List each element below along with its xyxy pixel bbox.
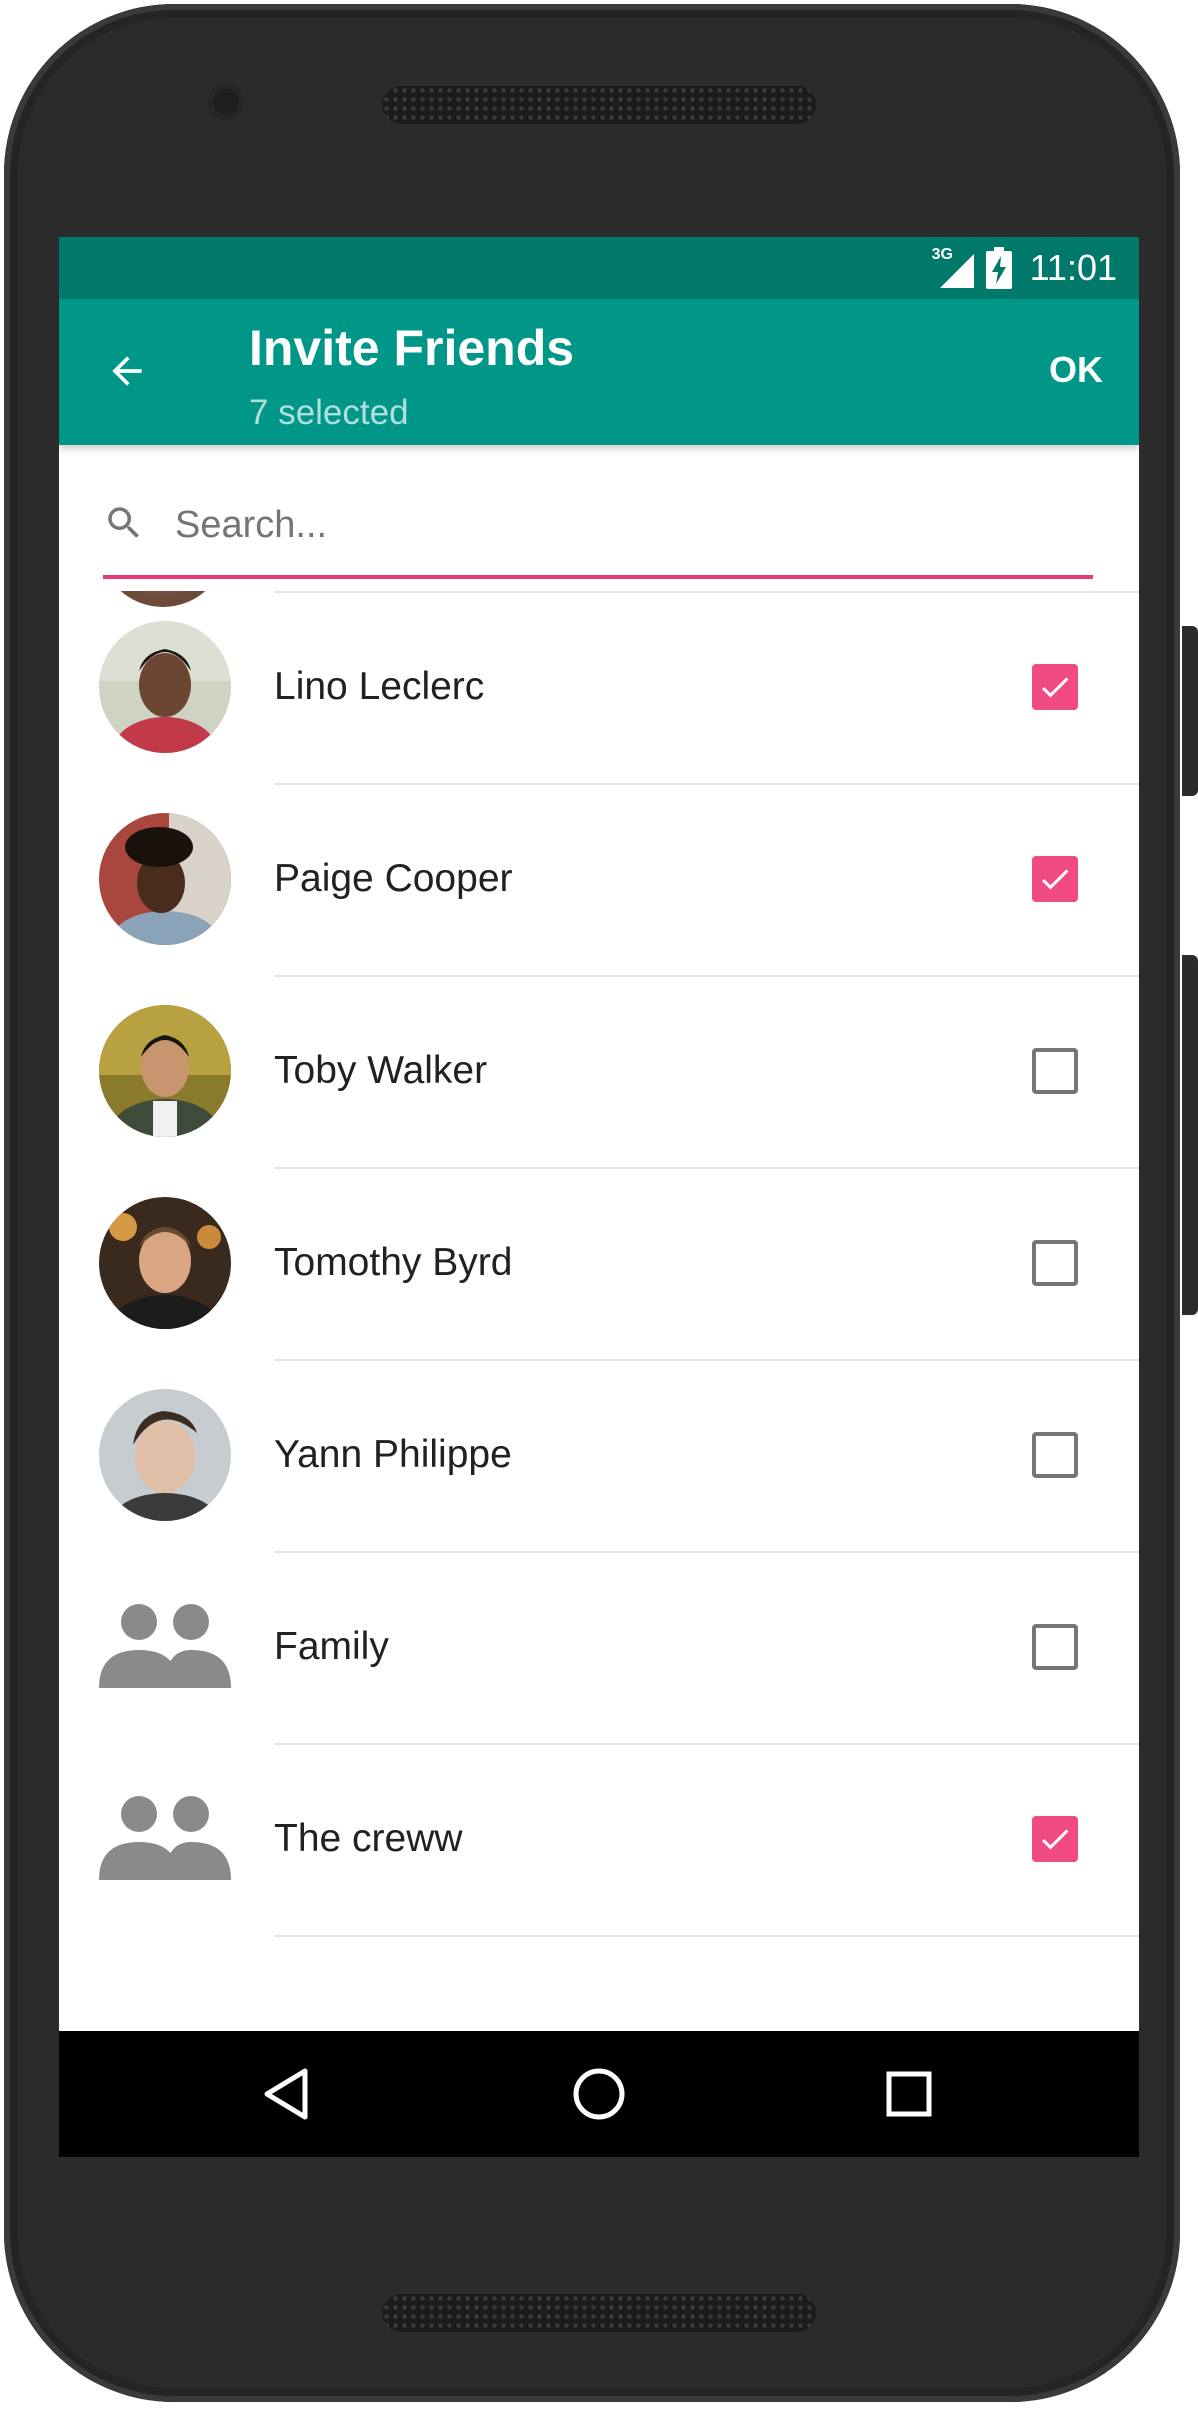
checkbox[interactable] [1032, 1816, 1078, 1862]
list-item[interactable]: Tomothy Byrd [59, 1167, 1139, 1359]
check-icon [1042, 869, 1069, 890]
nav-home-button[interactable] [529, 2031, 669, 2157]
contact-name: The creww [274, 1817, 463, 1860]
search-icon [108, 507, 139, 538]
nav-recents-icon [886, 2071, 932, 2117]
divider [274, 1551, 1139, 1553]
contact-name: Lino Leclerc [274, 665, 485, 708]
contact-list[interactable]: Lino Leclerc Paige Cooper Toby Walker To… [59, 591, 1139, 2157]
avatar [99, 1197, 231, 1329]
avatar [99, 1389, 231, 1521]
check-icon [1042, 1829, 1069, 1850]
list-item[interactable]: Paige Cooper [59, 783, 1139, 975]
front-camera [208, 84, 244, 120]
check-icon [1042, 677, 1069, 698]
list-item[interactable]: The creww [59, 1743, 1139, 1935]
ok-button[interactable]: OK [1049, 349, 1103, 391]
search-input[interactable] [175, 495, 1075, 555]
top-speaker [382, 86, 816, 124]
checkbox[interactable] [1032, 1240, 1078, 1286]
divider [274, 1935, 1139, 1937]
checkbox[interactable] [1032, 856, 1078, 902]
app-bar: Invite Friends 7 selected OK [59, 299, 1139, 445]
group-icon [99, 1581, 231, 1713]
checkbox[interactable] [1032, 664, 1078, 710]
contact-name: Toby Walker [274, 1049, 488, 1092]
contact-name: Tomothy Byrd [274, 1241, 513, 1284]
contact-name: Family [274, 1625, 389, 1668]
nav-recents-button[interactable] [839, 2031, 979, 2157]
phone-frame: 3G 11:01 Invite Friends 7 selected OK Se… [4, 4, 1180, 2402]
page-title: Invite Friends [249, 320, 575, 376]
back-button[interactable] [99, 343, 155, 399]
avatar [99, 813, 231, 945]
nav-home-icon [573, 2068, 625, 2120]
group-icon [99, 1773, 231, 1905]
screen: 3G 11:01 Invite Friends 7 selected OK Se… [59, 237, 1139, 2157]
list-item[interactable]: Yann Philippe [59, 1359, 1139, 1551]
avatar [99, 1005, 231, 1137]
checkbox[interactable] [1032, 1432, 1078, 1478]
nav-back-button[interactable] [216, 2031, 356, 2157]
contact-name: Paige Cooper [274, 857, 513, 900]
bottom-speaker [382, 2294, 816, 2332]
power-button [1182, 626, 1198, 796]
selected-count: 7 selected [249, 393, 409, 432]
list-item[interactable]: Family [59, 1551, 1139, 1743]
search-underline [103, 575, 1093, 579]
checkbox[interactable] [1032, 1048, 1078, 1094]
checkbox[interactable] [1032, 1624, 1078, 1670]
arrow-back-icon [112, 356, 142, 386]
nav-back-icon [264, 2068, 308, 2120]
avatar [99, 621, 231, 753]
contact-name: Yann Philippe [274, 1433, 512, 1476]
volume-button [1182, 955, 1198, 1315]
list-item[interactable]: Lino Leclerc [59, 591, 1139, 783]
navigation-bar [59, 2031, 1139, 2157]
list-item[interactable]: Toby Walker [59, 975, 1139, 1167]
